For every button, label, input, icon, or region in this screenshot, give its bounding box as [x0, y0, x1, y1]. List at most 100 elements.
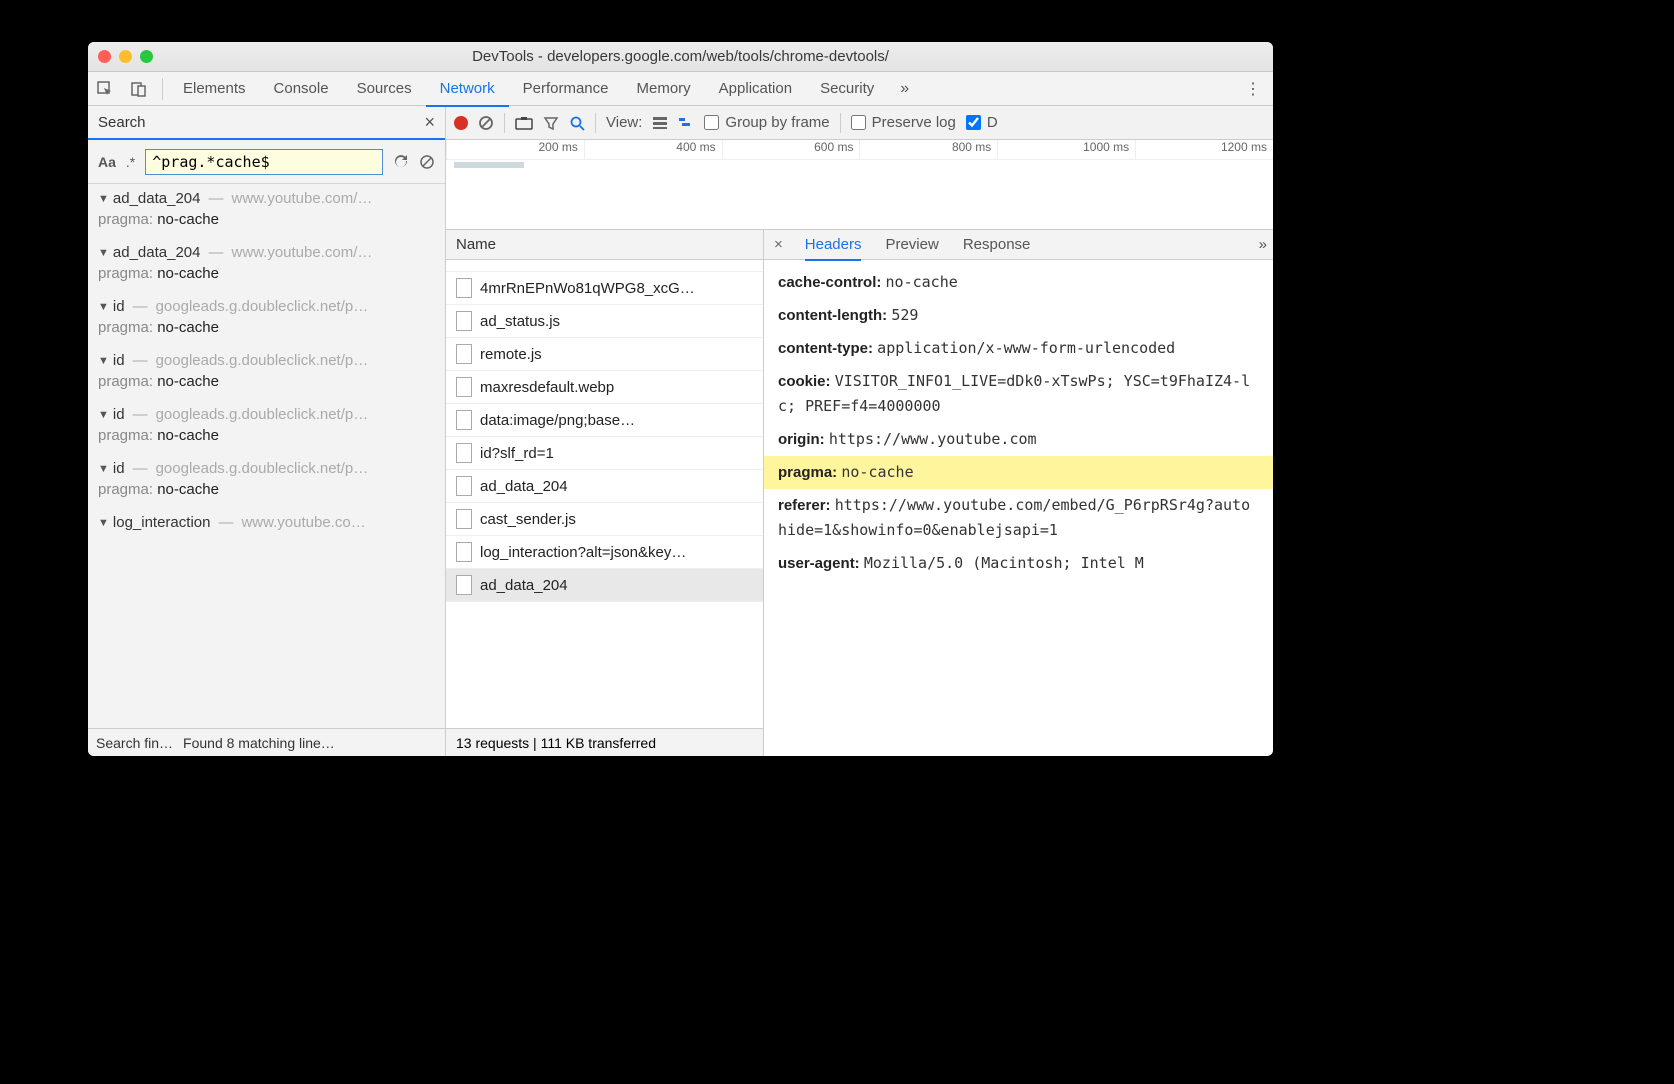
search-panel-header: Search ×: [88, 106, 445, 140]
close-search-icon[interactable]: ×: [424, 112, 435, 133]
maximize-window-button[interactable]: [140, 50, 153, 63]
refresh-search-icon[interactable]: [393, 154, 409, 170]
search-network-icon[interactable]: [569, 115, 585, 131]
chevron-down-icon: ▼: [98, 301, 109, 313]
timeline-ticks: 200 ms400 ms600 ms800 ms1000 ms1200 ms: [446, 140, 1273, 160]
detail-tab-preview[interactable]: Preview: [885, 230, 938, 260]
result-match[interactable]: pragma: no-cache: [98, 423, 435, 454]
search-result[interactable]: ▼ad_data_204—www.youtube.com/…pragma: no…: [88, 184, 445, 238]
disable-cache-input[interactable]: [966, 115, 981, 130]
result-match[interactable]: pragma: no-cache: [98, 261, 435, 292]
detail-tab-headers[interactable]: Headers: [805, 230, 862, 260]
request-row[interactable]: 4mrRnEPnWo81qWPG8_xcG…: [446, 272, 763, 305]
request-row[interactable]: remote.js: [446, 338, 763, 371]
search-result[interactable]: ▼id—googleads.g.doubleclick.net/p…pragma…: [88, 292, 445, 346]
result-file: log_interaction: [113, 514, 211, 531]
header-value: Mozilla/5.0 (Macintosh; Intel M: [864, 554, 1144, 572]
file-icon: [456, 377, 472, 397]
header-row[interactable]: content-type: application/x-www-form-url…: [764, 332, 1273, 365]
request-row[interactable]: data:image/png;base…: [446, 404, 763, 437]
header-row[interactable]: referer: https://www.youtube.com/embed/G…: [764, 489, 1273, 547]
timeline-tick: 400 ms: [584, 140, 722, 159]
header-row[interactable]: origin: https://www.youtube.com: [764, 423, 1273, 456]
close-window-button[interactable]: [98, 50, 111, 63]
kebab-menu-icon[interactable]: ⋮: [1233, 79, 1273, 99]
name-column-header[interactable]: Name: [446, 230, 763, 260]
search-result[interactable]: ▼log_interaction—www.youtube.co…: [88, 508, 445, 531]
screenshot-icon[interactable]: [515, 116, 533, 130]
header-value: no-cache: [841, 463, 913, 481]
close-detail-icon[interactable]: ×: [770, 236, 787, 253]
header-row[interactable]: cookie: VISITOR_INFO1_LIVE=dDk0-xTswPs; …: [764, 365, 1273, 423]
match-case-toggle[interactable]: Aa: [98, 154, 116, 170]
header-key: origin:: [778, 431, 825, 448]
inspect-element-icon[interactable]: [88, 72, 122, 106]
search-input[interactable]: [145, 149, 383, 175]
file-icon: [456, 278, 472, 298]
search-result[interactable]: ▼id—googleads.g.doubleclick.net/p…pragma…: [88, 400, 445, 454]
result-file: ad_data_204: [113, 244, 201, 261]
result-match[interactable]: pragma: no-cache: [98, 369, 435, 400]
search-result[interactable]: ▼id—googleads.g.doubleclick.net/p…pragma…: [88, 346, 445, 400]
request-row[interactable]: id?slf_rd=1: [446, 437, 763, 470]
request-row[interactable]: cast_sender.js: [446, 503, 763, 536]
request-list: 4mrRnEPnWo81qWPG8_xcG…ad_status.jsremote…: [446, 260, 763, 728]
timeline-tick: 1000 ms: [997, 140, 1135, 159]
tab-memory[interactable]: Memory: [623, 72, 705, 106]
devtools-window: DevTools - developers.google.com/web/too…: [88, 42, 1273, 756]
result-match[interactable]: pragma: no-cache: [98, 477, 435, 508]
toggle-device-icon[interactable]: [122, 72, 156, 106]
regex-toggle[interactable]: .*: [126, 154, 135, 170]
clear-icon[interactable]: [478, 115, 494, 131]
large-rows-icon[interactable]: [652, 116, 668, 130]
request-row[interactable]: ad_data_204: [446, 470, 763, 503]
request-row[interactable]: log_interaction?alt=json&key…: [446, 536, 763, 569]
header-row[interactable]: user-agent: Mozilla/5.0 (Macintosh; Inte…: [764, 547, 1273, 580]
tab-security[interactable]: Security: [806, 72, 888, 106]
record-button[interactable]: [454, 116, 468, 130]
tab-performance[interactable]: Performance: [509, 72, 623, 106]
request-row-partial[interactable]: [446, 260, 763, 272]
result-file: id: [113, 460, 125, 477]
group-by-frame-input[interactable]: [704, 115, 719, 130]
tab-network[interactable]: Network: [426, 72, 509, 106]
detail-tab-response[interactable]: Response: [963, 230, 1031, 260]
tab-sources[interactable]: Sources: [343, 72, 426, 106]
preserve-log-input[interactable]: [851, 115, 866, 130]
search-result[interactable]: ▼ad_data_204—www.youtube.com/…pragma: no…: [88, 238, 445, 292]
view-label: View:: [606, 114, 642, 131]
more-detail-tabs-icon[interactable]: »: [1259, 236, 1267, 253]
header-key: content-type:: [778, 340, 873, 357]
request-row[interactable]: ad_status.js: [446, 305, 763, 338]
clear-search-icon[interactable]: [419, 154, 435, 170]
more-tabs-icon[interactable]: »: [888, 80, 921, 98]
header-row[interactable]: cache-control: no-cache: [764, 266, 1273, 299]
detail-tabs: × Headers Preview Response »: [764, 230, 1273, 260]
disable-cache-checkbox[interactable]: D: [966, 114, 998, 131]
minimize-window-button[interactable]: [119, 50, 132, 63]
timeline[interactable]: 200 ms400 ms600 ms800 ms1000 ms1200 ms: [446, 140, 1273, 230]
result-file: id: [113, 406, 125, 423]
group-by-frame-checkbox[interactable]: Group by frame: [704, 114, 829, 131]
filter-icon[interactable]: [543, 115, 559, 131]
request-row[interactable]: maxresdefault.webp: [446, 371, 763, 404]
file-icon: [456, 344, 472, 364]
header-row[interactable]: content-length: 529: [764, 299, 1273, 332]
preserve-log-checkbox[interactable]: Preserve log: [851, 114, 956, 131]
overview-icon[interactable]: [678, 116, 694, 130]
search-result[interactable]: ▼id—googleads.g.doubleclick.net/p…pragma…: [88, 454, 445, 508]
network-panel: View: Group by frame Preserve log: [446, 106, 1273, 756]
request-row[interactable]: ad_data_204: [446, 569, 763, 602]
tab-application[interactable]: Application: [705, 72, 806, 106]
header-key: user-agent:: [778, 555, 860, 572]
tab-console[interactable]: Console: [260, 72, 343, 106]
result-match[interactable]: pragma: no-cache: [98, 207, 435, 238]
file-icon: [456, 476, 472, 496]
tab-elements[interactable]: Elements: [169, 72, 260, 106]
d-label: D: [987, 114, 998, 131]
result-match[interactable]: pragma: no-cache: [98, 315, 435, 346]
header-row[interactable]: pragma: no-cache: [764, 456, 1273, 489]
search-results: ▼ad_data_204—www.youtube.com/…pragma: no…: [88, 184, 445, 728]
chevron-down-icon: ▼: [98, 355, 109, 367]
request-name: remote.js: [480, 346, 542, 363]
